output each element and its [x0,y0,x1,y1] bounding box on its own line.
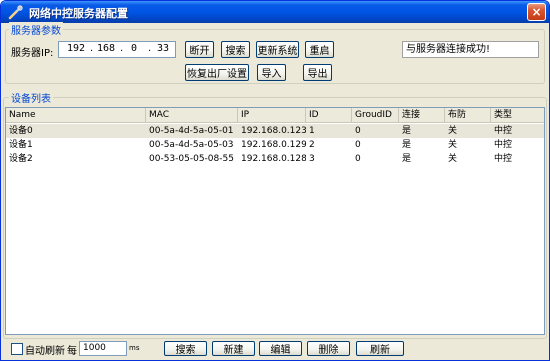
cell-type: 中控 [494,140,513,150]
wrench-icon [7,4,23,20]
server-ip-label: 服务器IP: [11,48,54,59]
column-header-armed[interactable]: 布防 [445,108,491,123]
ip-dot: . [148,43,152,54]
cell-name: 设备1 [9,140,33,150]
table-row[interactable]: 设备0 00-5a-4d-5a-05-01 192.168.0.123 1 0 … [6,124,544,138]
ip-octet-1[interactable]: 192 [67,43,85,54]
close-button[interactable]: × [527,3,546,21]
column-header-id[interactable]: ID [306,108,352,123]
title-bar[interactable]: 网络中控服务器配置 × [1,1,549,23]
table-row[interactable]: 设备1 00-5a-4d-5a-05-03 192.168.0.129 2 0 … [6,138,544,152]
column-header-type[interactable]: 类型 [491,108,544,123]
table-row[interactable]: 设备2 00-53-05-05-08-55 192.168.0.128 3 0 … [6,152,544,166]
cell-groupid: 0 [355,154,361,164]
device-delete-button[interactable]: 删除 [307,341,350,356]
cell-type: 中控 [494,154,513,164]
cell-armed: 关 [448,140,458,150]
ip-octet-3[interactable]: 0 [131,43,137,54]
cell-connected: 是 [402,126,412,136]
search-button[interactable]: 搜索 [221,41,250,58]
every-label: 每 [67,346,77,357]
cell-id: 2 [309,140,315,150]
auto-refresh-label: 自动刷新 [25,346,65,357]
cell-name: 设备2 [9,154,33,164]
cell-id: 3 [309,154,315,164]
server-ip-input[interactable]: 192 . 168 . 0 . 33 [58,41,176,58]
column-header-connected[interactable]: 连接 [399,108,445,123]
device-table[interactable]: Name MAC IP ID GroudID 连接 布防 类型 设备0 00-5… [5,107,545,335]
cell-type: 中控 [494,126,513,136]
device-list-legend: 设备列表 [9,90,53,105]
cell-name: 设备0 [9,126,33,136]
window-title: 网络中控服务器配置 [29,7,128,20]
cell-connected: 是 [402,154,412,164]
column-header-name[interactable]: Name [6,108,146,123]
cell-ip: 192.168.0.123 [241,126,306,136]
cell-id: 1 [309,126,315,136]
restart-button[interactable]: 重启 [305,41,334,58]
column-header-ip[interactable]: IP [238,108,306,123]
table-header: Name MAC IP ID GroudID 连接 布防 类型 [6,108,544,123]
cell-ip: 192.168.0.129 [241,140,306,150]
device-edit-button[interactable]: 编辑 [259,341,302,356]
close-icon: × [531,5,542,19]
server-params-legend: 服务器参数 [9,22,63,37]
ip-dot: . [120,43,124,54]
disconnect-button[interactable]: 断开 [185,41,214,58]
cell-armed: 关 [448,126,458,136]
cell-armed: 关 [448,154,458,164]
device-new-button[interactable]: 新建 [212,341,255,356]
interval-unit-label: ms [129,344,140,352]
cell-mac: 00-5a-4d-5a-05-03 [149,140,234,150]
ip-dot: . [90,43,94,54]
connection-status: 与服务器连接成功! [402,41,539,58]
cell-ip: 192.168.0.128 [241,154,306,164]
cell-mac: 00-5a-4d-5a-05-01 [149,126,234,136]
update-system-button[interactable]: 更新系统 [256,41,299,58]
cell-mac: 00-53-05-05-08-55 [149,154,234,164]
export-button[interactable]: 导出 [303,64,332,81]
auto-refresh-checkbox[interactable] [11,343,23,355]
column-header-mac[interactable]: MAC [146,108,238,123]
config-window: 网络中控服务器配置 × 服务器参数 服务器IP: 192 . 168 . 0 .… [0,0,550,361]
factory-reset-button[interactable]: 恢复出厂设置 [185,64,249,81]
ip-octet-2[interactable]: 168 [97,43,115,54]
refresh-interval-input[interactable]: 1000 [79,341,127,356]
column-header-groupid[interactable]: GroudID [352,108,399,123]
device-refresh-button[interactable]: 刷新 [356,341,404,356]
cell-groupid: 0 [355,126,361,136]
cell-groupid: 0 [355,140,361,150]
import-button[interactable]: 导入 [257,64,286,81]
ip-octet-4[interactable]: 33 [157,43,169,54]
device-search-button[interactable]: 搜索 [164,341,207,356]
cell-connected: 是 [402,140,412,150]
